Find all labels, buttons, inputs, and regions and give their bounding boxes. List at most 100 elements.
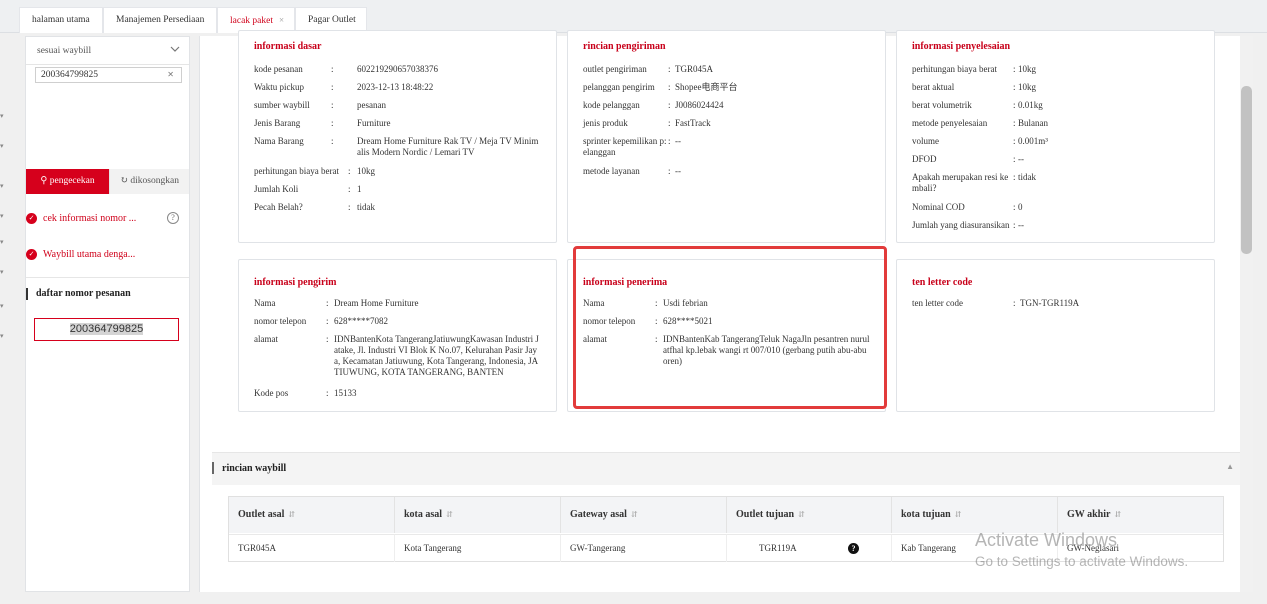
help-icon[interactable]: ? (848, 543, 859, 554)
row-value: J0086024424 (675, 100, 724, 110)
shipping-detail-card: rincian pengiriman outlet pengiriman: TGR… (567, 30, 886, 243)
card-title: ten letter code (912, 277, 973, 288)
card-title: informasi penyelesaian (912, 41, 1011, 52)
column-header[interactable]: Gateway asal ⇵ (561, 497, 727, 533)
tab-label: lacak paket (230, 16, 273, 26)
sort-icon[interactable]: ⇵ (446, 510, 453, 519)
row-value: Dream Home Furniture Rak TV / Meja TV Mi… (357, 136, 539, 157)
row-value: -- (675, 166, 681, 176)
row-key: alamat (254, 334, 278, 344)
clear-button[interactable]: ↻ dikosongkan (109, 169, 189, 194)
row-value: 15133 (334, 388, 357, 398)
column-label: Gateway asal (570, 509, 627, 520)
search-button[interactable]: ⚲ pengecekan (26, 169, 109, 194)
table-cell: GW-Tangerang (561, 534, 727, 562)
column-header[interactable]: Outlet asal ⇵ (229, 497, 395, 533)
row-key: Apakah merupakan resi ke mbali? (912, 172, 1009, 193)
section-bar (212, 462, 214, 474)
sort-icon[interactable]: ⇵ (798, 510, 805, 519)
order-number-item[interactable]: 200364799825 (34, 318, 179, 341)
tab-home[interactable]: halaman utama (19, 7, 103, 33)
row-value: 628*****7082 (334, 316, 388, 326)
sort-icon[interactable]: ⇵ (288, 510, 295, 519)
check-info-option[interactable]: ✓ cek informasi nomor ... ? (26, 210, 189, 228)
column-label: Outlet asal (238, 509, 285, 520)
waybill-input[interactable]: 200364799825 ✕ (35, 67, 182, 83)
row-key: perhitungan biaya berat (254, 166, 339, 176)
row-value: Dream Home Furniture (334, 298, 419, 308)
collapse-marker-icon: ▾ (0, 302, 4, 310)
sort-icon[interactable]: ⇵ (955, 510, 962, 519)
row-key: sumber waybill (254, 100, 310, 110)
basic-info-card: informasi dasar kode pesanan:60221929065… (238, 30, 557, 243)
search-type-select[interactable]: sesuai waybill (26, 37, 189, 65)
order-list-section: daftar nomor pesanan 200364799825 (26, 277, 189, 593)
row-key: kode pelanggan (583, 100, 640, 110)
row-key: berat volumetrik (912, 100, 972, 110)
highlight-box (573, 246, 887, 409)
table-cell: Kota Tangerang (395, 534, 561, 562)
scrollbar-thumb[interactable] (1241, 86, 1252, 254)
question-icon[interactable]: ? (167, 212, 179, 224)
row-key: Pecah Belah? (254, 202, 303, 212)
row-key: berat aktual (912, 82, 955, 92)
tab-inventory[interactable]: Manajemen Persediaan (103, 7, 217, 33)
row-key: pelanggan pengirim (583, 82, 655, 92)
column-header[interactable]: Outlet tujuan ⇵ (727, 497, 892, 533)
cell-value: TGR119A (759, 543, 797, 553)
column-header[interactable]: kota asal ⇵ (395, 497, 561, 533)
table-cell: TGR045A (229, 534, 395, 562)
row-value: TGR045A (675, 64, 713, 74)
row-key: kode pesanan (254, 64, 303, 74)
section-title: rincian waybill (222, 463, 287, 474)
tab-label: halaman utama (32, 15, 90, 25)
search-sidebar: sesuai waybill 200364799825 ✕ ⚲ pengecek… (25, 36, 190, 592)
vertical-scrollbar[interactable] (1240, 36, 1253, 592)
row-value: 602219290657038376 (357, 64, 438, 74)
column-label: Outlet tujuan (736, 509, 795, 520)
row-key: volume (912, 136, 939, 146)
search-icon: ⚲ (40, 176, 48, 186)
tab-label: Manajemen Persediaan (116, 15, 205, 25)
column-label: kota asal (404, 509, 443, 520)
row-key: Waktu pickup (254, 82, 305, 92)
column-header[interactable]: kota tujuan ⇵ (892, 497, 1058, 533)
main-waybill-option[interactable]: ✓ Waybill utama denga... (26, 246, 189, 264)
sort-icon[interactable]: ⇵ (1114, 510, 1121, 519)
column-label: kota tujuan (901, 509, 951, 520)
row-key: Nominal COD (912, 202, 965, 212)
row-key: nomor telepon (254, 316, 307, 326)
order-list-title: daftar nomor pesanan (36, 288, 131, 299)
row-key: DFOD (912, 154, 937, 164)
os-activation-watermark: Activate Windows Go to Settings to activ… (975, 530, 1188, 569)
row-value: TGN-TGR119A (1020, 298, 1080, 308)
collapse-marker-icon: ▾ (0, 268, 4, 276)
column-header[interactable]: GW akhir ⇵ (1058, 497, 1223, 533)
table-cell: TGR119A? (727, 534, 892, 562)
tab-bar: halaman utama Manajemen Persediaan lacak… (0, 0, 1267, 33)
row-value: tidak (1018, 172, 1036, 182)
close-icon[interactable]: × (279, 15, 284, 25)
row-value: Shopee电商平台 (675, 82, 738, 92)
card-title: informasi dasar (254, 41, 322, 52)
row-key: jenis produk (583, 118, 628, 128)
row-key: sprinter kepemilikan p: elanggan (583, 136, 667, 157)
row-value: -- (675, 136, 681, 146)
section-bar (26, 288, 28, 300)
row-value: Furniture (357, 118, 391, 128)
row-value: 10kg (1018, 82, 1036, 92)
collapse-marker-icon: ▾ (0, 182, 4, 190)
sort-icon[interactable]: ⇵ (631, 510, 638, 519)
row-value: 1 (357, 184, 362, 194)
row-key: Jumlah Koli (254, 184, 299, 194)
clear-input-icon[interactable]: ✕ (167, 70, 174, 79)
column-label: GW akhir (1067, 509, 1111, 520)
row-value: -- (1018, 220, 1024, 230)
row-value: FastTrack (675, 118, 711, 128)
waybill-detail-header[interactable]: rincian waybill ▲ (212, 452, 1240, 485)
row-key: ten letter code (912, 298, 963, 308)
collapse-icon[interactable]: ▲ (1226, 462, 1234, 471)
refresh-icon: ↻ (120, 176, 129, 186)
card-title: informasi pengirim (254, 277, 337, 288)
row-key: Nama (254, 298, 276, 308)
